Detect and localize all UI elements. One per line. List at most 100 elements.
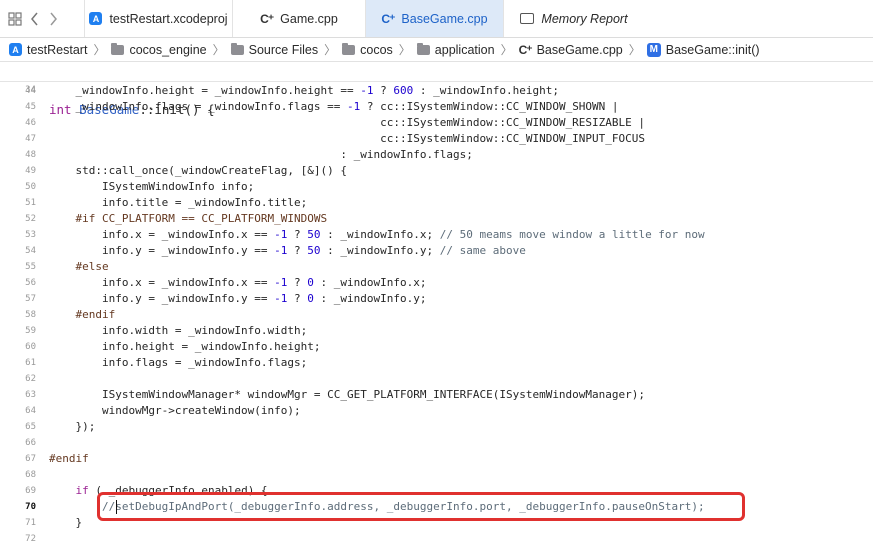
code-text: #if CC_PLATFORM == CC_PLATFORM_WINDOWS: [49, 212, 328, 225]
code-text: });: [49, 420, 96, 433]
code-line[interactable]: 44 _windowInfo.height = _windowInfo.heig…: [0, 83, 873, 99]
breadcrumb-separator: 〉: [212, 43, 225, 57]
grid-icon[interactable]: [8, 11, 22, 26]
line-number: 70: [25, 502, 36, 512]
code-line[interactable]: 62: [0, 371, 873, 387]
folder-icon: [342, 42, 356, 55]
code-text: windowMgr->createWindow(info);: [49, 404, 301, 417]
code-line[interactable]: 57 info.y = _windowInfo.y == -1 ? 0 : _w…: [0, 291, 873, 307]
breadcrumb-separator: 〉: [398, 43, 411, 57]
code-line[interactable]: 51 info.title = _windowInfo.title;: [0, 195, 873, 211]
tab-bar-controls: [0, 0, 85, 37]
code-text: info.width = _windowInfo.width;: [49, 324, 308, 337]
code-line[interactable]: 55 #else: [0, 259, 873, 275]
breadcrumb-item-file[interactable]: C⁺ BaseGame.cpp: [519, 43, 623, 57]
line-number: 71: [25, 518, 36, 528]
line-number: 60: [25, 342, 36, 352]
breadcrumb-item-symbol[interactable]: M BaseGame::init(): [646, 42, 760, 57]
code-text: #endif: [49, 452, 89, 465]
code-line[interactable]: 61 info.flags = _windowInfo.flags;: [0, 355, 873, 371]
code-line[interactable]: 45 _windowInfo.flags = _windowInfo.flags…: [0, 99, 873, 115]
code-line[interactable]: 60 info.height = _windowInfo.height;: [0, 339, 873, 355]
code-text: ISystemWindowManager* windowMgr = CC_GET…: [49, 388, 646, 401]
line-number: 46: [25, 118, 36, 128]
breadcrumb-label: cocos: [360, 42, 393, 57]
breadcrumb-item-cocos-engine[interactable]: cocos_engine: [111, 42, 207, 57]
tab-label: Memory Report: [541, 11, 628, 26]
xcodeproj-icon: A: [89, 12, 103, 25]
code-line[interactable]: 64 windowMgr->createWindow(info);: [0, 403, 873, 419]
line-number: 56: [25, 278, 36, 288]
breadcrumb-label: BaseGame::init(): [665, 42, 760, 57]
code-line[interactable]: 58 #endif: [0, 307, 873, 323]
code-editor[interactable]: 34 int BaseGame::init() { 44 _windowInfo…: [0, 62, 873, 544]
method-icon: M: [646, 42, 661, 57]
tab-bar: A testRestart.xcodeproj C⁺ Game.cpp C⁺ B…: [0, 0, 873, 38]
breadcrumb-item-cocos[interactable]: cocos: [342, 42, 393, 57]
tab-testrestart-xcodeproj[interactable]: A testRestart.xcodeproj: [85, 0, 233, 37]
breadcrumb-separator: 〉: [324, 43, 337, 57]
forward-chevron-icon[interactable]: [48, 12, 58, 26]
tab-basegame-cpp[interactable]: C⁺ BaseGame.cpp: [366, 0, 504, 37]
line-number: 59: [25, 326, 36, 336]
code-text: info.height = _windowInfo.height;: [49, 340, 321, 353]
code-line[interactable]: 63 ISystemWindowManager* windowMgr = CC_…: [0, 387, 873, 403]
code-line[interactable]: 67 #endif: [0, 451, 873, 467]
code-line[interactable]: 53 info.x = _windowInfo.x == -1 ? 50 : _…: [0, 227, 873, 243]
folder-icon: [416, 42, 430, 55]
line-number: 67: [25, 454, 36, 464]
line-number: 58: [25, 310, 36, 320]
code-line[interactable]: 49 std::call_once(_windowCreateFlag, [&]…: [0, 163, 873, 179]
code-line[interactable]: 59 info.width = _windowInfo.width;: [0, 323, 873, 339]
line-number: 64: [25, 406, 36, 416]
line-number: 69: [25, 486, 36, 496]
code-text: : _windowInfo.flags;: [49, 148, 473, 161]
breadcrumb-item-project[interactable]: A testRestart: [9, 43, 87, 57]
line-number: 53: [25, 230, 36, 240]
code-line[interactable]: 50 ISystemWindowInfo info;: [0, 179, 873, 195]
cpp-file-icon: C⁺: [518, 42, 533, 57]
line-number: 51: [25, 198, 36, 208]
line-number: 63: [25, 390, 36, 400]
code-line[interactable]: 46 cc::ISystemWindow::CC_WINDOW_RESIZABL…: [0, 115, 873, 131]
code-text: cc::ISystemWindow::CC_WINDOW_RESIZABLE |: [49, 116, 646, 129]
line-number: 72: [25, 534, 36, 544]
memory-report-icon: [520, 13, 535, 24]
code-line[interactable]: 56 info.x = _windowInfo.x == -1 ? 0 : _w…: [0, 275, 873, 291]
back-chevron-icon[interactable]: [30, 12, 40, 26]
code-text: _windowInfo.flags = _windowInfo.flags ==…: [49, 100, 619, 113]
code-line[interactable]: 66: [0, 435, 873, 451]
code-line[interactable]: 48 : _windowInfo.flags;: [0, 147, 873, 163]
breadcrumb: A testRestart 〉 cocos_engine 〉 Source Fi…: [0, 38, 873, 62]
code-text: _windowInfo.height = _windowInfo.height …: [49, 84, 559, 97]
breadcrumb-item-application[interactable]: application: [416, 42, 495, 57]
tab-game-cpp[interactable]: C⁺ Game.cpp: [233, 0, 366, 37]
code-line[interactable]: 68: [0, 467, 873, 483]
breadcrumb-item-source-files[interactable]: Source Files: [230, 42, 319, 57]
code-line[interactable]: 54 info.y = _windowInfo.y == -1 ? 50 : _…: [0, 243, 873, 259]
breadcrumb-separator: 〉: [93, 43, 106, 57]
highlight-annotation-box: [97, 492, 745, 521]
line-number: 68: [25, 470, 36, 480]
line-number: 47: [25, 134, 36, 144]
code-line[interactable]: 47 cc::ISystemWindow::CC_WINDOW_INPUT_FO…: [0, 131, 873, 147]
code-text: info.y = _windowInfo.y == -1 ? 50 : _win…: [49, 244, 526, 257]
line-number: 57: [25, 294, 36, 304]
code-line[interactable]: 52 #if CC_PLATFORM == CC_PLATFORM_WINDOW…: [0, 211, 873, 227]
code-text: info.y = _windowInfo.y == -1 ? 0 : _wind…: [49, 292, 427, 305]
line-number: 66: [25, 438, 36, 448]
tab-label: BaseGame.cpp: [401, 11, 488, 26]
code-line[interactable]: 65 });: [0, 419, 873, 435]
breadcrumb-separator: 〉: [628, 43, 641, 57]
code-text: #else: [49, 260, 109, 273]
breadcrumb-label: Source Files: [248, 42, 319, 57]
cpp-file-icon: C⁺: [381, 11, 395, 26]
line-number: 62: [25, 374, 36, 384]
folder-icon: [230, 42, 244, 55]
tab-memory-report[interactable]: Memory Report: [504, 0, 644, 37]
code-text: info.title = _windowInfo.title;: [49, 196, 308, 209]
line-number: 44: [25, 86, 36, 96]
line-number: 50: [25, 182, 36, 192]
sticky-scope-header[interactable]: 34 int BaseGame::init() {: [0, 62, 873, 117]
code-line[interactable]: 72: [0, 531, 873, 547]
